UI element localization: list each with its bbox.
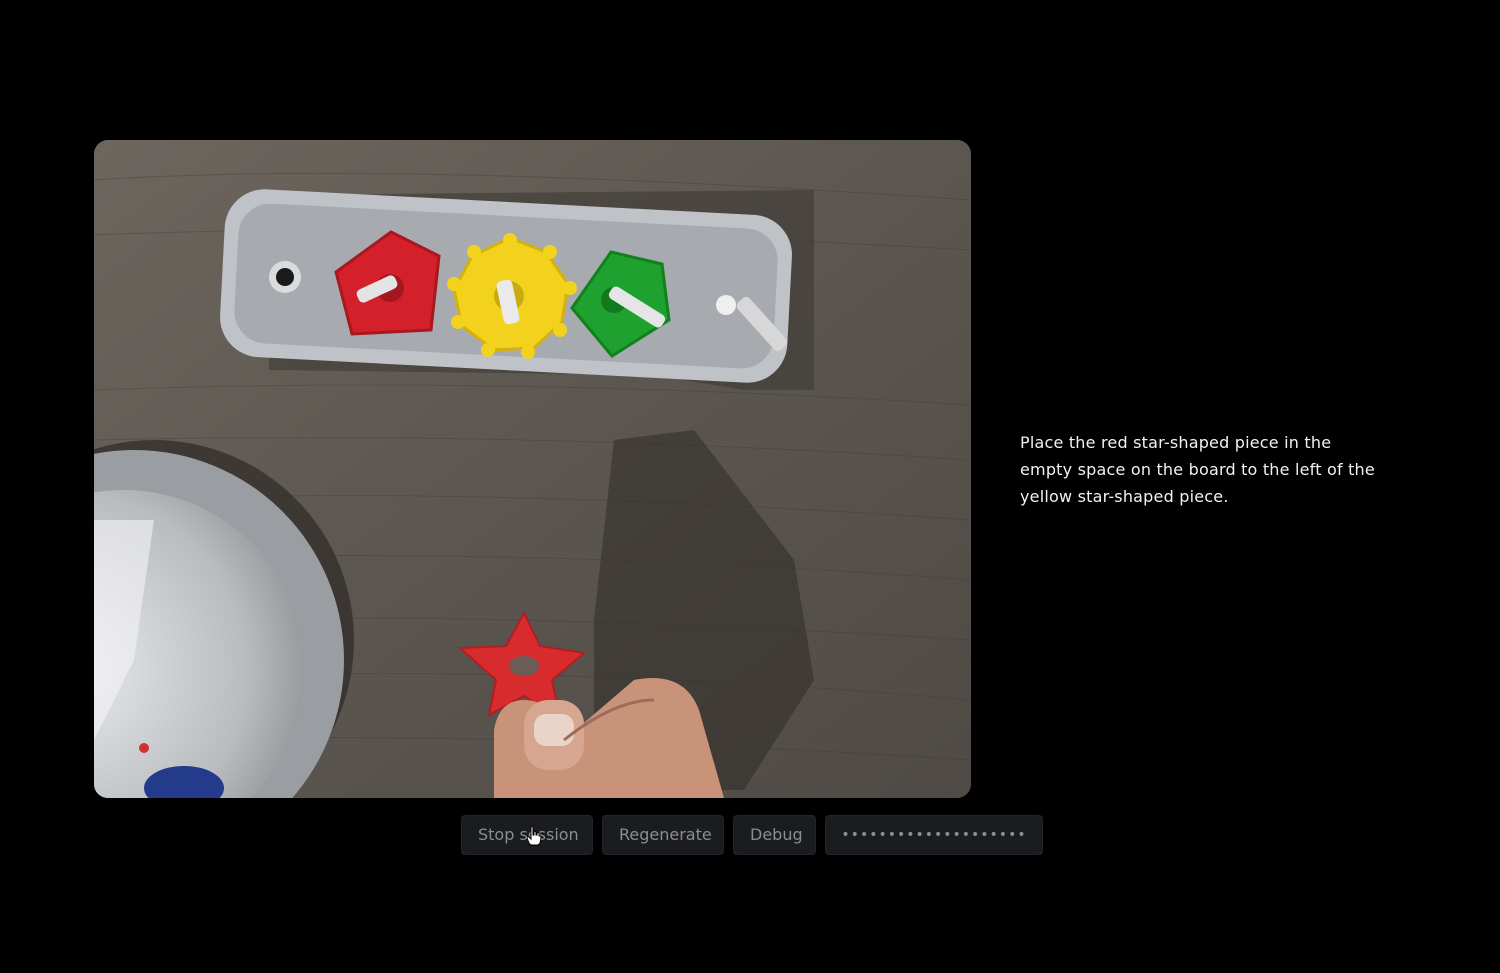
app-page: Place the red star-shaped piece in the e… [0, 0, 1500, 973]
debug-button[interactable]: Debug [733, 815, 816, 855]
control-bar: Stop session Regenerate Debug ••••••••••… [461, 815, 1043, 855]
hand-pointer-cursor-icon [527, 826, 541, 846]
instruction-text: Place the red star-shaped piece in the e… [1020, 433, 1375, 506]
regenerate-button[interactable]: Regenerate [602, 815, 724, 855]
camera-feed-image [94, 140, 971, 798]
api-key-field[interactable]: •••••••••••••••••••• [825, 815, 1043, 855]
camera-feed [94, 140, 971, 798]
